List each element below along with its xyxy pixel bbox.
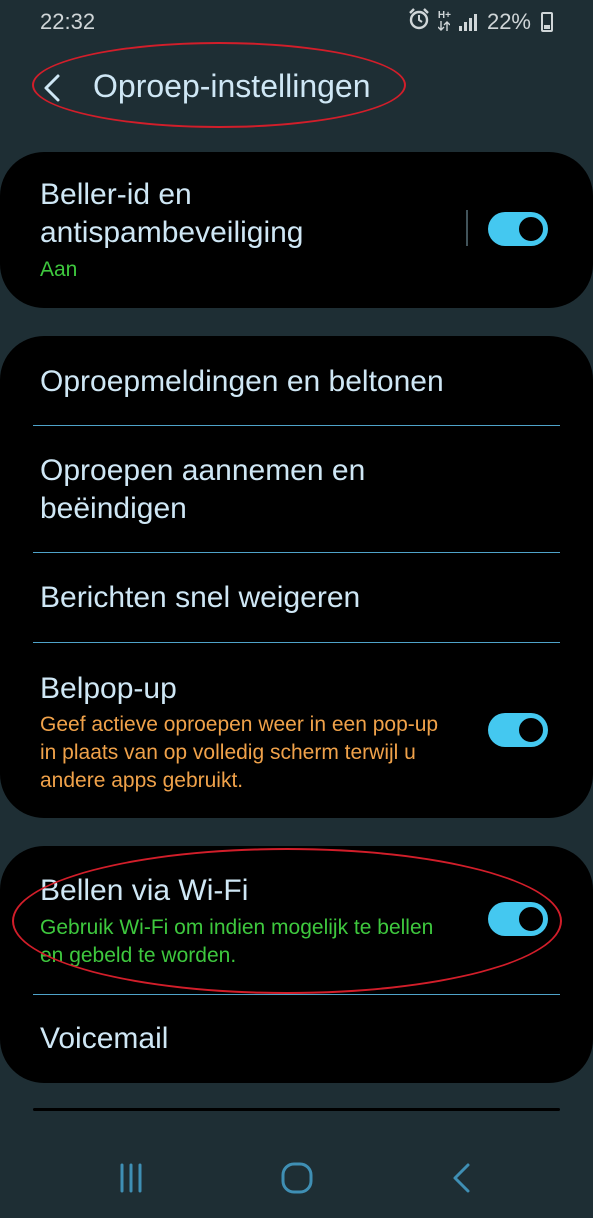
menu-item-label: Oproepen aannemen en beëindigen [40, 454, 366, 525]
network-label: H+ [437, 9, 451, 21]
home-icon [281, 1162, 313, 1194]
menu-item-quick-decline[interactable]: Berichten snel weigeren [0, 553, 593, 642]
navigation-bar [0, 1140, 593, 1218]
voicemail-label: Voicemail [40, 1022, 169, 1055]
menu-item-call-popup[interactable]: Belpop-up Geef actieve oproepen weer in … [0, 643, 593, 818]
toggle-knob [516, 715, 546, 745]
home-button[interactable] [272, 1158, 322, 1198]
status-time: 22:32 [40, 9, 96, 34]
caller-id-row[interactable]: Beller-id en antispambeveiliging Aan [0, 152, 593, 308]
menu-item-label: Oproepmeldingen en beltonen [40, 365, 444, 398]
call-popup-description: Geef actieve oproepen weer in een pop-up… [40, 713, 439, 792]
back-icon [453, 1163, 470, 1193]
status-icons: H+ [408, 8, 477, 36]
page-title: Oproep-instellingen [93, 68, 371, 104]
wifi-calling-title: Bellen via Wi-Fi [40, 874, 249, 907]
status-bar: 22:32 H+ 22% [0, 0, 593, 44]
nav-back-button[interactable] [436, 1158, 486, 1198]
call-popup-toggle[interactable] [488, 713, 548, 747]
back-button[interactable] [40, 72, 64, 104]
caller-id-title: Beller-id en antispambeveiliging [40, 178, 304, 249]
wifi-calling-description: Gebruik Wi-Fi om indien mogelijk te bell… [40, 916, 434, 967]
battery-icon [541, 12, 553, 32]
network-h-plus-icon: H+ [437, 9, 451, 34]
alarm-icon [408, 8, 430, 36]
battery-percent: 22% [486, 9, 531, 34]
toggle-knob [516, 214, 546, 244]
row-separator [466, 210, 468, 246]
app-header: Oproep-instellingen [0, 50, 593, 126]
caller-id-card: Beller-id en antispambeveiliging Aan [0, 152, 593, 308]
call-settings-card: Oproepmeldingen en beltonen Oproepen aan… [0, 336, 593, 818]
wifi-voicemail-card: Bellen via Wi-Fi Gebruik Wi-Fi om indien… [0, 846, 593, 1083]
recent-apps-icon [120, 1163, 142, 1193]
recent-apps-button[interactable] [106, 1158, 156, 1198]
menu-item-answer-end[interactable]: Oproepen aannemen en beëindigen [0, 426, 593, 553]
menu-item-voicemail[interactable]: Voicemail [0, 995, 593, 1083]
chevron-left-icon [44, 74, 60, 102]
toggle-knob [516, 904, 546, 934]
caller-id-status: Aan [40, 258, 78, 281]
signal-icon [458, 13, 477, 31]
menu-item-label: Berichten snel weigeren [40, 581, 361, 614]
scroll-edge [33, 1108, 560, 1111]
wifi-calling-toggle[interactable] [488, 902, 548, 936]
menu-item-notifications[interactable]: Oproepmeldingen en beltonen [0, 336, 593, 426]
caller-id-toggle[interactable] [488, 212, 548, 246]
call-popup-title: Belpop-up [40, 672, 177, 705]
status-right: H+ 22% [408, 8, 553, 36]
wifi-calling-row[interactable]: Bellen via Wi-Fi Gebruik Wi-Fi om indien… [0, 846, 593, 994]
